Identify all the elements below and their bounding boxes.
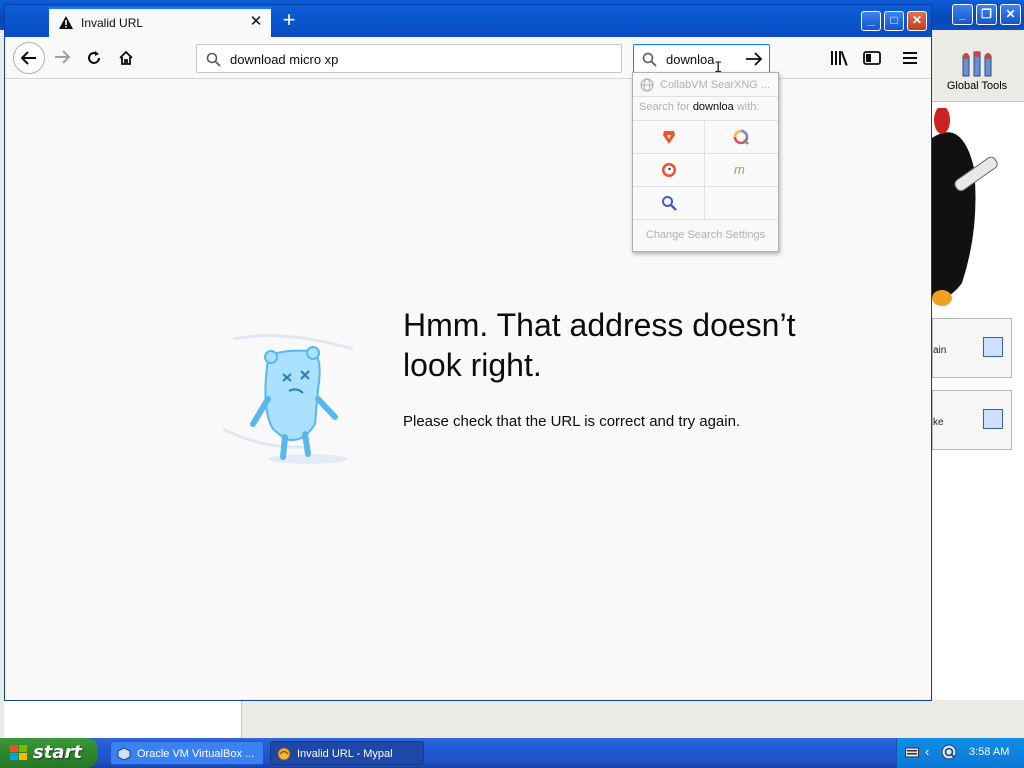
minimize-button[interactable]: _ — [861, 11, 881, 31]
search-engine-icon — [662, 196, 677, 211]
global-tools-button[interactable]: Global Tools — [944, 46, 1010, 100]
search-for-term: downloa — [692, 101, 734, 113]
sidebar-icon[interactable] — [861, 47, 883, 69]
new-tab-button[interactable]: + — [277, 9, 301, 33]
taskbar-item-mypal[interactable]: Invalid URL - Mypal — [270, 741, 424, 765]
engine-row-2: m — [633, 153, 778, 186]
home-button[interactable] — [111, 43, 141, 73]
engine-search-button[interactable] — [633, 187, 705, 219]
global-tools-label: Global Tools — [946, 80, 1008, 92]
search-suggestions-popup: CollabVM SearXNG ... Search for downloa … — [632, 72, 779, 252]
current-search-engine-label: CollabVM SearXNG ... — [660, 79, 771, 91]
tab-close-button[interactable]: ✕ — [247, 13, 265, 31]
taskbar-item-virtualbox-label: Oracle VM VirtualBox ... — [137, 748, 255, 760]
search-bar-text: downloa — [666, 52, 715, 67]
brave-icon — [663, 131, 675, 144]
library-icon[interactable] — [829, 47, 851, 69]
error-title: Hmm. That address doesn’t look right. — [403, 307, 796, 383]
tab-invalid-url[interactable]: Invalid URL ✕ — [49, 7, 271, 37]
clock: 3:58 AM — [969, 746, 1010, 758]
url-bar-text: download micro xp — [230, 52, 339, 67]
current-search-engine[interactable]: CollabVM SearXNG ... — [633, 73, 778, 97]
virtualbox-icon — [117, 747, 131, 761]
engine-qwant-button[interactable] — [705, 121, 777, 153]
window-icon — [983, 337, 1003, 357]
show-hidden-icons-chevron-icon[interactable]: ‹ — [925, 744, 929, 759]
svg-text:m: m — [734, 162, 745, 177]
engine-empty-cell — [705, 187, 777, 219]
mojeek-icon: m — [734, 162, 745, 177]
background-card-2-label: ke — [933, 417, 944, 428]
reload-icon — [88, 51, 100, 64]
search-bar[interactable]: downloa — [633, 44, 770, 73]
search-icon — [642, 52, 657, 67]
browser-window: Invalid URL ✕ + _ □ ✕ download micro xp … — [4, 4, 932, 701]
warning-icon — [59, 16, 73, 29]
error-description: Please check that the URL is correct and… — [403, 413, 741, 430]
start-label: start — [33, 742, 82, 763]
taskbar-item-virtualbox[interactable]: Oracle VM VirtualBox ... — [110, 741, 264, 765]
windows-logo-icon — [10, 745, 27, 760]
change-search-settings-button[interactable]: Change Search Settings — [633, 219, 778, 251]
background-card-1-label: ain — [933, 345, 947, 356]
taskbar-item-mypal-label: Invalid URL - Mypal — [297, 748, 393, 760]
keyboard-icon[interactable] — [905, 746, 919, 758]
duckduckgo-icon — [662, 163, 676, 177]
taskbar: start Oracle VM VirtualBox ... Invalid U… — [0, 738, 1024, 768]
engine-row-1 — [633, 120, 778, 153]
engine-brave-button[interactable] — [633, 121, 705, 153]
mypal-icon — [277, 747, 291, 761]
forward-arrow-icon — [55, 50, 71, 64]
back-arrow-icon — [20, 51, 36, 65]
home-icon — [119, 50, 133, 65]
search-for-prefix: Search for — [639, 101, 693, 113]
qwant-icon — [733, 129, 749, 145]
system-tray: ‹ 3:58 AM — [896, 738, 1024, 768]
url-bar[interactable]: download micro xp — [196, 44, 622, 73]
tab-strip: Invalid URL ✕ + _ □ ✕ — [5, 5, 931, 37]
background-restore-button[interactable]: ❐ — [976, 4, 997, 25]
start-button[interactable]: start — [0, 738, 98, 768]
background-minimize-button[interactable]: _ — [952, 4, 973, 25]
text-cursor-icon: I — [714, 60, 723, 76]
tools-icon — [962, 51, 992, 77]
search-for-suffix: with: — [733, 101, 760, 113]
camera-icon — [983, 409, 1003, 429]
page-content: Hmm. That address doesn’t look right. Pl… — [5, 79, 931, 700]
navigation-toolbar: download micro xp downloa — [5, 37, 931, 79]
engine-mojeek-button[interactable]: m — [705, 154, 777, 186]
engine-row-3 — [633, 186, 778, 219]
maximize-button[interactable]: □ — [884, 11, 904, 31]
search-go-arrow-icon[interactable] — [745, 51, 763, 67]
background-lower-panel — [4, 700, 242, 738]
forward-button[interactable] — [47, 43, 77, 73]
search-icon — [206, 52, 221, 67]
back-button[interactable] — [13, 42, 45, 74]
reload-button[interactable] — [79, 43, 109, 73]
search-for-label: Search for downloa with: — [639, 101, 759, 113]
background-close-button[interactable]: ✕ — [1000, 4, 1021, 25]
background-card-2[interactable]: ke — [932, 390, 1012, 450]
penguin-mascot-image — [932, 108, 998, 306]
confused-bear-illustration — [223, 334, 354, 464]
globe-icon — [640, 78, 654, 92]
background-card-1[interactable]: ain — [932, 318, 1012, 378]
engine-duckduckgo-button[interactable] — [633, 154, 705, 186]
quicktime-icon[interactable] — [941, 744, 957, 760]
tab-title: Invalid URL — [81, 16, 144, 30]
close-button[interactable]: ✕ — [907, 11, 927, 31]
hamburger-menu-icon[interactable] — [899, 47, 921, 69]
